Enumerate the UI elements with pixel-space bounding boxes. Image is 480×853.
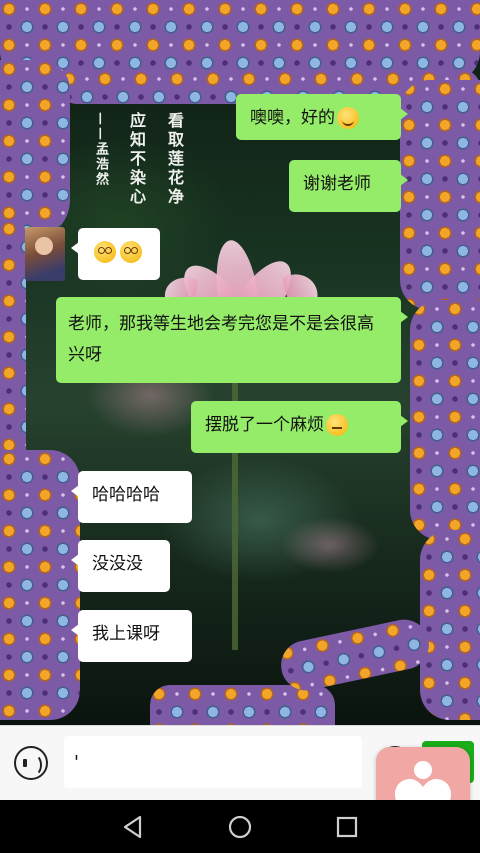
decorative-border-right [410,300,480,540]
thinking-emoji-icon [326,414,348,436]
decorative-border-left [0,220,26,480]
dizzy-emoji-icon [120,241,142,263]
wallpaper-poem: 看取莲花净 应知不染心 ——孟浩然 [90,112,186,220]
message-text: 哈哈哈哈 [92,485,160,505]
dizzy-emoji-icon [94,241,116,263]
decorative-border-left [0,450,80,720]
message-bubble-sent[interactable]: 谢谢老师 [289,160,408,212]
home-icon[interactable] [225,812,255,842]
message-text: 我上课呀 [92,624,160,644]
poem-line: 看取莲花净 [165,112,184,207]
message-bubble-received[interactable] [71,228,160,280]
message-text: 摆脱了一个麻烦 [205,415,324,435]
poem-author: ——孟浩然 [93,112,108,187]
message-bubble-received[interactable]: 哈哈哈哈 [71,471,192,523]
message-bubble-sent[interactable]: 噢噢，好的 [236,94,408,140]
message-text: 谢谢老师 [303,174,371,194]
decorative-border-left [0,60,70,240]
message-bubble-received[interactable]: 我上课呀 [71,610,192,662]
decorative-border-right [400,80,480,310]
voice-icon[interactable] [14,746,48,780]
recents-icon[interactable] [332,812,362,842]
message-input[interactable] [64,736,362,788]
message-text: 老师，那我等生地会考完您是不是会很高兴呀 [68,314,374,365]
chat-screen: 看取莲花净 应知不染心 ——孟浩然 噢噢，好的 谢谢老师 老师，那我等生地会考完… [0,0,480,853]
system-nav-bar [0,800,480,853]
decorative-border-bottom [150,685,335,725]
message-text: 没没没 [92,554,143,574]
smile-emoji-icon [337,107,359,129]
decorative-border-right [420,530,480,720]
contact-avatar[interactable] [25,227,65,281]
poem-line: 应知不染心 [127,112,146,207]
back-icon[interactable] [118,812,148,842]
message-bubble-sent[interactable]: 老师，那我等生地会考完您是不是会很高兴呀 [56,297,408,383]
message-bubble-received[interactable]: 没没没 [71,540,170,592]
message-text: 噢噢，好的 [250,108,335,128]
message-bubble-sent[interactable]: 摆脱了一个麻烦 [191,401,408,453]
